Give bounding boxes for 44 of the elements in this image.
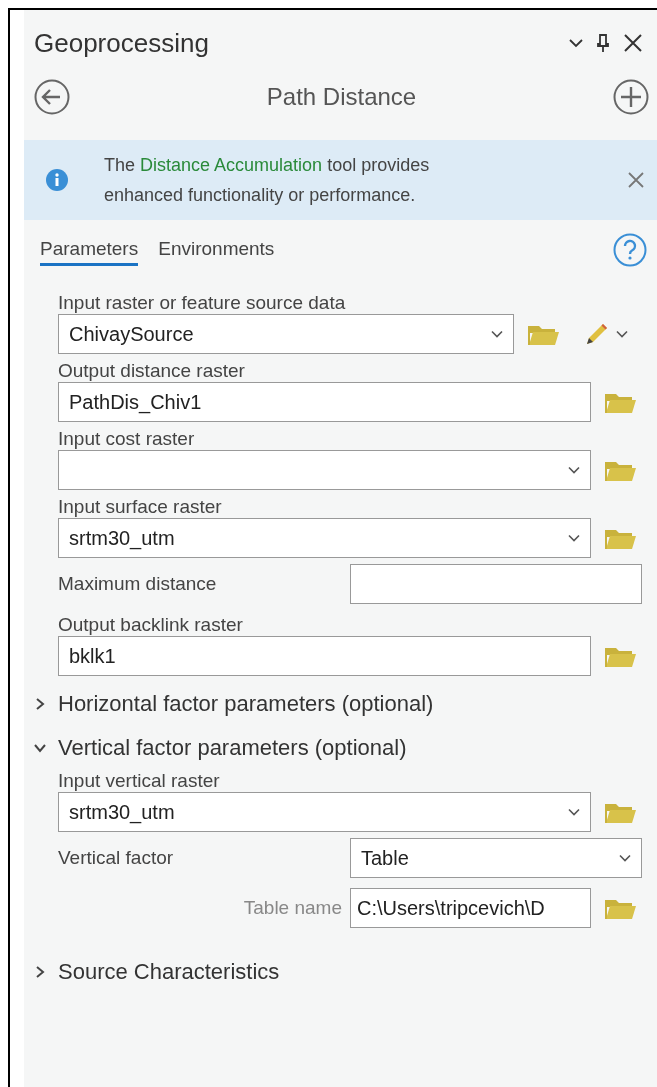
field-label: Input raster or feature source data	[58, 292, 347, 314]
pencil-icon[interactable]	[584, 321, 610, 347]
pin-icon[interactable]	[597, 34, 609, 52]
section-header[interactable]: Vertical factor parameters (optional)	[34, 726, 643, 770]
chevron-down-icon	[34, 742, 46, 754]
input-field[interactable]: C:\Users\tripcevich\D	[350, 888, 591, 928]
field-label: Input surface raster	[58, 496, 223, 518]
input-field[interactable]: PathDis_Chiv1	[58, 382, 591, 422]
tool-link[interactable]: Distance Accumulation	[140, 155, 323, 175]
section-header[interactable]: Source Characteristics	[34, 950, 643, 994]
help-icon[interactable]	[613, 233, 647, 267]
info-icon	[46, 169, 68, 191]
dropdown-field[interactable]: Table	[350, 838, 642, 878]
dropdown-field[interactable]: srtm30_utm	[58, 518, 591, 558]
dropdown-field[interactable]	[58, 450, 591, 490]
close-icon[interactable]	[623, 33, 643, 53]
chevron-right-icon	[34, 966, 46, 978]
tab[interactable]: Parameters	[40, 234, 139, 266]
chevron-down-icon[interactable]	[491, 330, 503, 338]
dropdown-field[interactable]: ChivaySource	[58, 314, 514, 354]
field-label: Input vertical raster	[58, 770, 221, 792]
field-label: Output backlink raster	[58, 614, 244, 636]
panel-title: Geoprocessing	[34, 27, 210, 59]
chevron-down-icon[interactable]	[619, 854, 631, 862]
chevron-down-icon[interactable]	[569, 38, 583, 48]
back-icon[interactable]	[34, 79, 70, 115]
chevron-down-icon[interactable]	[568, 534, 580, 542]
notice-text: The Distance Accumulation tool provides enhanced functionality or performance.	[104, 154, 431, 207]
section-header[interactable]: Horizontal factor parameters (optional)	[34, 682, 643, 726]
chevron-down-icon[interactable]	[568, 466, 580, 474]
field-label: Maximum distance	[58, 573, 218, 595]
input-field[interactable]	[350, 564, 642, 604]
field-label: Vertical factor	[58, 847, 175, 869]
add-icon[interactable]	[613, 79, 649, 115]
chevron-down-icon[interactable]	[616, 330, 628, 338]
input-field[interactable]: bklk1	[58, 636, 591, 676]
field-label: Table name	[242, 897, 342, 919]
chevron-right-icon	[34, 698, 46, 710]
field-label: Input cost raster	[58, 428, 196, 450]
dropdown-field[interactable]: srtm30_utm	[58, 792, 591, 832]
tool-title: Path Distance	[265, 83, 418, 111]
field-label: Output distance raster	[58, 360, 246, 382]
tab[interactable]: Environments	[158, 234, 275, 266]
chevron-down-icon[interactable]	[568, 808, 580, 816]
